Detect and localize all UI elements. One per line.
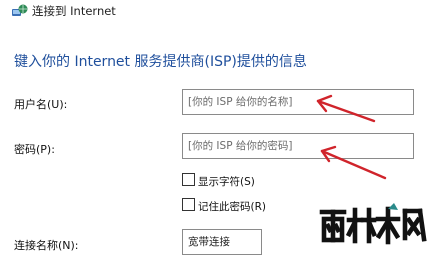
password-input[interactable]: [你的 ISP 给你的密码] [182,133,414,159]
connection-name-input[interactable]: 宽带连接 [182,229,262,255]
remember-password-option[interactable]: 记住此密码(R) [182,198,266,214]
username-input[interactable]: [你的 ISP 给你的名称] [182,89,414,115]
password-label: 密码(P): [14,143,55,156]
connection-name-label: 连接名称(N): [14,239,79,252]
page-heading: 键入你的 Internet 服务提供商(ISP)提供的信息 [14,54,307,70]
watermark-logo [318,198,430,264]
username-label: 用户名(U): [14,98,68,111]
remember-password-label: 记住此密码(R) [198,201,266,213]
network-globe-icon [11,3,29,17]
show-chars-option[interactable]: 显示字符(S) [182,173,255,189]
title-bar: 连接到 Internet [0,0,432,24]
show-chars-checkbox[interactable] [182,173,195,186]
window-title: 连接到 Internet [32,4,116,18]
remember-password-checkbox[interactable] [182,198,195,211]
show-chars-label: 显示字符(S) [198,176,255,188]
